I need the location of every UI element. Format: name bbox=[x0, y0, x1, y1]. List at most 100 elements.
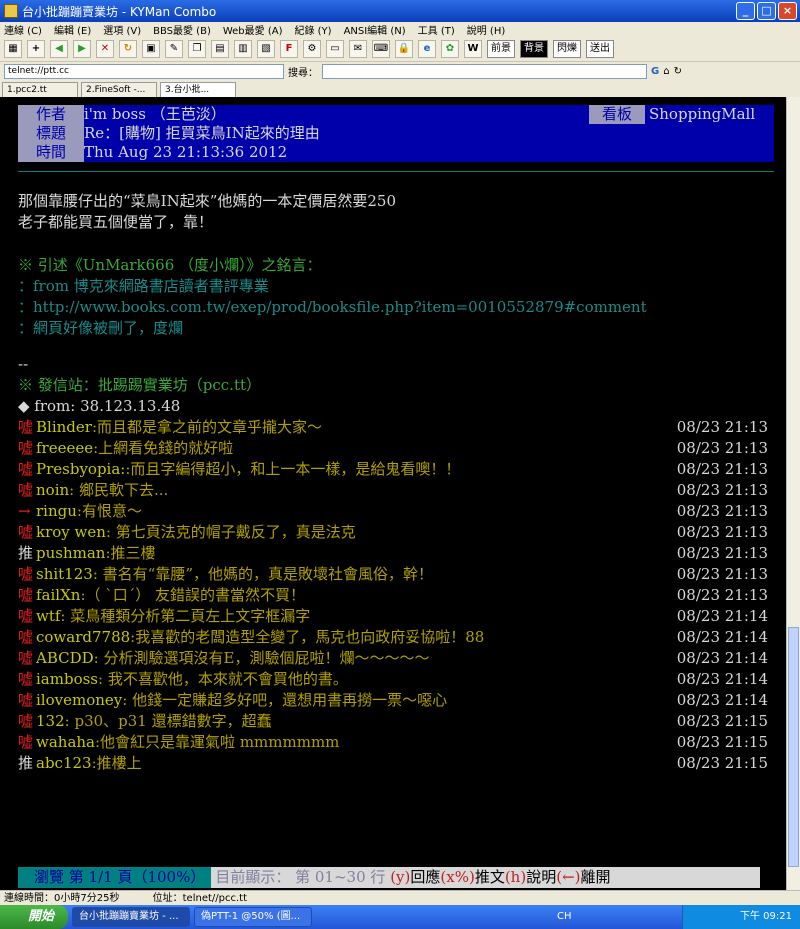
push-row: 噓 kroy wen: 第七頁法克的帽子戴反了，真是法克 08/23 21:13 bbox=[18, 522, 768, 543]
push-text: : 書名有“靠腰”，他媽的，真是敗壞社會風俗，幹！ bbox=[92, 565, 433, 583]
mail-icon[interactable]: ✉ bbox=[349, 39, 367, 58]
google-icon[interactable]: G bbox=[651, 66, 659, 77]
push-tag: 噓 bbox=[18, 670, 34, 688]
start-button[interactable]: 開始 bbox=[0, 905, 68, 929]
vertical-scrollbar[interactable] bbox=[786, 97, 800, 890]
menu-log[interactable]: 紀錄 (Y) bbox=[294, 22, 331, 37]
search-input[interactable] bbox=[322, 63, 647, 79]
browser-icon[interactable]: e bbox=[418, 39, 436, 58]
gear-icon[interactable]: ⚙ bbox=[303, 39, 321, 58]
push-text: :我喜歡的老闆造型全變了，馬克也向政府妥協啦！88 bbox=[130, 628, 485, 646]
scrollbar-thumb[interactable] bbox=[788, 627, 799, 867]
signature-from: ◆ from: 38.123.13.48 bbox=[18, 397, 181, 415]
toolbar: ▦ + ◀ ▶ ✕ ↻ ▣ ✎ ❐ ▤ ▥ ▧ F ⚙ ▭ ✉ ⌨ 🔒 e ✿ … bbox=[0, 36, 800, 62]
home-icon[interactable]: ⌂ bbox=[663, 66, 669, 77]
push-time: 08/23 21:13 bbox=[676, 523, 768, 541]
push-text: :而且都是拿之前的文章乎攏大家～ bbox=[91, 418, 322, 436]
blink-checkbox[interactable]: 閃爍 bbox=[553, 39, 581, 58]
status-push[interactable]: 推文 bbox=[475, 868, 505, 886]
pin-icon[interactable]: ✎ bbox=[165, 39, 183, 58]
system-tray: 下午 09:21 bbox=[682, 905, 800, 929]
menu-edit[interactable]: 編輯 (E) bbox=[54, 22, 91, 37]
lock-icon[interactable]: 🔒 bbox=[395, 39, 413, 58]
push-time: 08/23 21:15 bbox=[676, 712, 768, 730]
app-icon bbox=[4, 4, 18, 18]
search-label: 搜尋： bbox=[288, 67, 318, 79]
close-tab-icon[interactable]: ▣ bbox=[142, 39, 160, 58]
disconnect-icon[interactable]: ✕ bbox=[96, 39, 114, 58]
push-user: iamboss bbox=[36, 670, 98, 688]
terminal-screen[interactable]: 作者 i'm boss （王芭淡） 看板 ShoppingMall 標題 Re：… bbox=[0, 97, 786, 890]
push-tag: 噓 bbox=[18, 481, 34, 499]
menu-web-favorites[interactable]: Web最愛 (A) bbox=[223, 22, 283, 37]
status-key-push: (x%) bbox=[440, 868, 475, 886]
tab-1[interactable]: 1.pcc2.tt bbox=[2, 82, 78, 97]
menu-tools[interactable]: 工具 (T) bbox=[418, 22, 455, 37]
reconnect-icon[interactable]: ↻ bbox=[119, 39, 137, 58]
push-tag: 噓 bbox=[18, 628, 34, 646]
quote-header: ※ 引述《UnMark666 （度小爛）》之銘言： bbox=[18, 256, 322, 274]
push-row: 噓 freeeee:上網看免錢的就好啦 08/23 21:13 bbox=[18, 438, 768, 459]
font-icon[interactable]: F bbox=[280, 39, 298, 58]
refresh-icon[interactable]: ↻ bbox=[674, 66, 682, 77]
quote-link[interactable]: ：http://www.books.com.tw/exep/prod/books… bbox=[18, 297, 647, 318]
push-row: 噓 ABCDD: 分析測驗選項沒有E，測驗個屁啦！爛～～～～～ 08/23 21:1… bbox=[18, 648, 768, 669]
minimize-button[interactable]: _ bbox=[736, 2, 755, 20]
back-arrow-icon[interactable]: ◀ bbox=[50, 39, 68, 58]
push-row: 噓 ilovemoney: 他錢一定賺超多好吧，還想用書再撈一票～噁心 08/23 … bbox=[18, 690, 768, 711]
board-label: 看板 bbox=[589, 105, 645, 124]
tab-3[interactable]: 3.台小批... bbox=[160, 82, 236, 97]
tab-bar: 1.pcc2.tt 2.FineSoft -... 3.台小批... bbox=[0, 80, 800, 97]
tab-2[interactable]: 2.FineSoft -... bbox=[81, 82, 157, 97]
taskbar-item[interactable]: 台小批蹦蹦賣業坊 - ... bbox=[72, 907, 190, 927]
address-book-icon[interactable]: ▦ bbox=[4, 39, 22, 58]
push-tag: 噓 bbox=[18, 523, 34, 541]
push-row: 噓 coward7788:我喜歡的老闆造型全變了，馬克也向政府妥協啦！88 08/2… bbox=[18, 627, 768, 648]
copy-ansi-icon[interactable]: ▥ bbox=[234, 39, 252, 58]
language-indicator[interactable]: CH bbox=[557, 905, 572, 929]
foreground-color-button[interactable]: 前景 bbox=[487, 39, 515, 58]
menu-connect[interactable]: 連線 (C) bbox=[4, 22, 42, 37]
push-tag: 噓 bbox=[18, 649, 34, 667]
push-text: :他會紅只是靠運氣啦 mmmmmmm bbox=[95, 733, 340, 751]
close-button[interactable]: × bbox=[778, 2, 797, 20]
push-time: 08/23 21:13 bbox=[676, 439, 768, 457]
menu-bbs-favorites[interactable]: BBS最愛 (B) bbox=[153, 22, 211, 37]
push-text: : 分析測驗選項沒有E，測驗個屁啦！爛～～～～～ bbox=[93, 649, 430, 667]
paste-icon[interactable]: ▤ bbox=[211, 39, 229, 58]
forward-arrow-icon[interactable]: ▶ bbox=[73, 39, 91, 58]
screen-icon[interactable]: ▭ bbox=[326, 39, 344, 58]
signature-station: ※ 發信站：批踢踢實業坊（pcc.tt） bbox=[18, 376, 261, 394]
status-key-reply: (y) bbox=[390, 868, 411, 886]
maximize-button[interactable]: □ bbox=[757, 2, 776, 20]
menu-ansi-edit[interactable]: ANSI編輯 (N) bbox=[344, 22, 406, 37]
status-leave[interactable]: 離開 bbox=[581, 868, 611, 886]
new-connection-icon[interactable]: + bbox=[27, 39, 45, 58]
background-color-button[interactable]: 背景 bbox=[520, 39, 548, 58]
status-reply[interactable]: 回應 bbox=[410, 868, 440, 886]
push-tag: 噓 bbox=[18, 586, 34, 604]
push-user: freeeee bbox=[36, 439, 94, 457]
push-time: 08/23 21:13 bbox=[676, 502, 768, 520]
push-time: 08/23 21:13 bbox=[676, 460, 768, 478]
body-line: 老子都能買五個便當了，靠！ bbox=[18, 213, 214, 231]
address-input[interactable]: telnet://ptt.cc bbox=[4, 63, 284, 79]
menu-help[interactable]: 說明 (H) bbox=[467, 22, 506, 37]
menu-options[interactable]: 選項 (V) bbox=[103, 22, 141, 37]
push-row: 推 abc123:推樓上 08/23 21:15 bbox=[18, 753, 768, 774]
push-user: shit123 bbox=[36, 565, 93, 583]
copy-icon[interactable]: ❐ bbox=[188, 39, 206, 58]
status-address: 位址：telnet//pcc.tt bbox=[152, 893, 248, 904]
push-text: :而且字編得超小，和上一本一樣，是給鬼看噢！！ bbox=[125, 460, 461, 478]
send-button[interactable]: 送出 bbox=[586, 39, 614, 58]
push-time: 08/23 21:13 bbox=[676, 544, 768, 562]
wikipedia-icon[interactable]: W bbox=[464, 39, 482, 58]
status-help[interactable]: 說明 bbox=[526, 868, 556, 886]
taskbar-item[interactable]: 偽PTT-1 @50% (圖... bbox=[194, 907, 312, 927]
flower-icon[interactable]: ✿ bbox=[441, 39, 459, 58]
push-row: 噓 iamboss: 我不喜歡他，本來就不會買他的書。 08/23 21:14 bbox=[18, 669, 768, 690]
keyboard-icon[interactable]: ⌨ bbox=[372, 39, 390, 58]
push-time: 08/23 21:13 bbox=[676, 565, 768, 583]
paste-ansi-icon[interactable]: ▧ bbox=[257, 39, 275, 58]
push-tag: 噓 bbox=[18, 418, 34, 436]
